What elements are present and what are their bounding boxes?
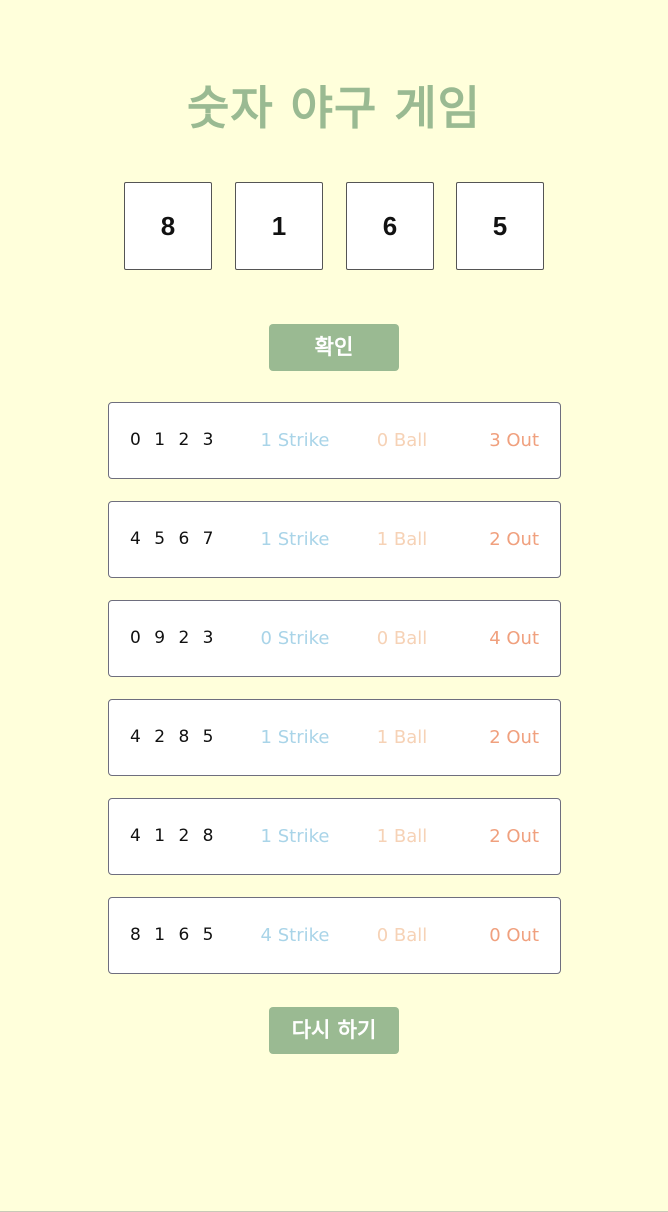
- result-ball: 0 Ball: [376, 628, 428, 649]
- result-out: 2 Out: [489, 727, 539, 748]
- digit-input-4[interactable]: [456, 182, 544, 270]
- result-strike: 0 Strike: [260, 628, 330, 649]
- result-out: 0 Out: [489, 925, 539, 946]
- result-row: 8 1 6 5 4 Strike 0 Ball 0 Out: [108, 897, 561, 974]
- result-strike: 1 Strike: [260, 430, 330, 451]
- result-row: 4 5 6 7 1 Strike 1 Ball 2 Out: [108, 501, 561, 578]
- result-guess: 4 2 8 5: [130, 727, 218, 747]
- restart-button[interactable]: 다시 하기: [269, 1007, 399, 1054]
- result-out: 2 Out: [489, 826, 539, 847]
- result-strike: 1 Strike: [260, 826, 330, 847]
- confirm-button[interactable]: 확인: [269, 324, 399, 371]
- result-guess: 4 5 6 7: [130, 529, 218, 549]
- result-strike: 1 Strike: [260, 727, 330, 748]
- result-out: 3 Out: [489, 430, 539, 451]
- result-ball: 0 Ball: [376, 430, 428, 451]
- result-row: 4 2 8 5 1 Strike 1 Ball 2 Out: [108, 699, 561, 776]
- result-ball: 1 Ball: [376, 529, 428, 550]
- result-out: 4 Out: [489, 628, 539, 649]
- result-guess: 8 1 6 5: [130, 925, 218, 945]
- result-strike: 4 Strike: [260, 925, 330, 946]
- result-strike: 1 Strike: [260, 529, 330, 550]
- result-out: 2 Out: [489, 529, 539, 550]
- result-ball: 1 Ball: [376, 826, 428, 847]
- result-ball: 0 Ball: [376, 925, 428, 946]
- result-row: 4 1 2 8 1 Strike 1 Ball 2 Out: [108, 798, 561, 875]
- page-title: 숫자 야구 게임: [187, 81, 481, 135]
- result-guess: 0 1 2 3: [130, 430, 218, 450]
- digit-input-3[interactable]: [346, 182, 434, 270]
- digit-input-2[interactable]: [235, 182, 323, 270]
- result-guess: 4 1 2 8: [130, 826, 218, 846]
- result-guess: 0 9 2 3: [130, 628, 218, 648]
- digit-input-1[interactable]: [124, 182, 212, 270]
- digit-inputs: [124, 182, 544, 270]
- result-row: 0 9 2 3 0 Strike 0 Ball 4 Out: [108, 600, 561, 677]
- result-ball: 1 Ball: [376, 727, 428, 748]
- result-row: 0 1 2 3 1 Strike 0 Ball 3 Out: [108, 402, 561, 479]
